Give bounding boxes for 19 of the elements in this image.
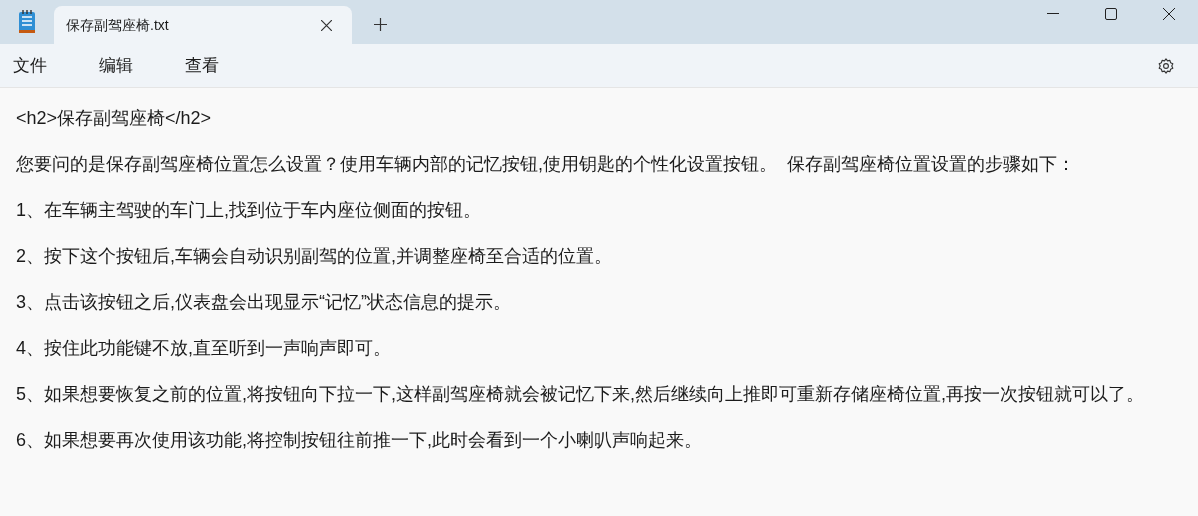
plus-icon	[373, 17, 387, 31]
menu-item[interactable]: 编辑	[90, 48, 142, 83]
gear-icon	[1157, 56, 1175, 75]
text-line: 2、按下这个按钮后,车辆会自动识别副驾的位置,并调整座椅至合适的位置。	[16, 245, 613, 268]
close-tab-icon[interactable]	[321, 19, 332, 31]
text-line: 4、按住此功能键不放,直至听到一声响声即可。	[16, 337, 392, 360]
file-tab[interactable]: 保存副驾座椅.txt	[54, 6, 352, 44]
text-line: 您要问的是保存副驾座椅位置怎么设置？使用车辆内部的记忆按钮,使用钥匙的个性化设置按钮。 保存副驾座椅位置设置的步骤如下：	[16, 153, 1076, 176]
text-line: 3、点击该按钮之后,仪表盘会出现显示“记忆”状态信息的提示。	[16, 291, 512, 314]
text-line: 6、如果想要再次使用该功能,将控制按钮往前推一下,此时会看到一个小喇叭声响起来。	[16, 429, 703, 452]
maximize-icon	[1105, 8, 1117, 20]
notepad-icon	[18, 10, 36, 34]
close-icon	[1163, 8, 1175, 20]
menu-item[interactable]: 文件	[4, 48, 56, 83]
menu-item[interactable]: 查看	[176, 48, 228, 83]
minimize-icon	[1047, 13, 1059, 15]
text-line: 5、如果想要恢复之前的位置,将按钮向下拉一下,这样副驾座椅就会被记忆下来,然后继续向上推即可重新存储座椅位置,再按一次按钮就可以了。	[16, 383, 1145, 406]
text-line: <h2>保存副驾座椅</h2>	[16, 107, 213, 130]
text-line: 1、在车辆主驾驶的车门上,找到位于车内座位侧面的按钮。	[16, 199, 482, 222]
